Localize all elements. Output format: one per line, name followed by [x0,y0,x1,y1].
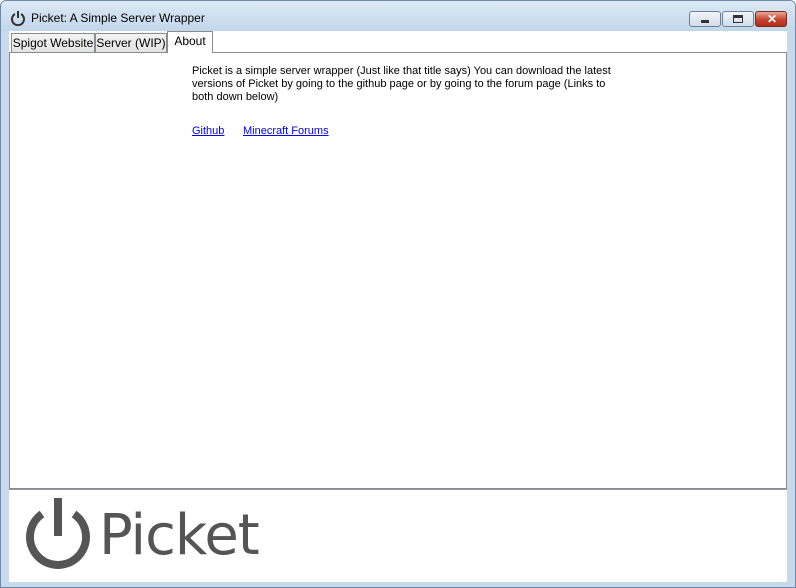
close-icon: ✕ [766,12,778,26]
minimize-button[interactable] [689,11,721,27]
tab-strip: Spigot Website Server (WIP) About [9,31,787,53]
maximize-button[interactable] [722,11,754,27]
github-link[interactable]: Github [192,125,224,137]
about-description: Picket is a simple server wrapper (Just … [192,65,611,103]
app-window: Picket: A Simple Server Wrapper ✕ Spigot… [0,0,796,588]
window-title: Picket: A Simple Server Wrapper [31,11,205,25]
title-bar[interactable]: Picket: A Simple Server Wrapper ✕ [1,1,795,31]
logo-text: Picket [99,503,260,568]
footer-banner: Picket [9,489,787,582]
tab-server-wip[interactable]: Server (WIP) [95,33,167,53]
picket-logo: Picket [19,496,279,574]
about-panel: Picket is a simple server wrapper (Just … [9,52,787,489]
client-area: Spigot Website Server (WIP) About Picket… [9,31,787,582]
maximize-icon [733,15,743,23]
tab-spigot-website[interactable]: Spigot Website [11,33,95,53]
minimize-icon [701,20,709,23]
tab-about[interactable]: About [167,31,213,53]
power-icon [26,498,90,569]
power-icon [11,11,25,26]
close-button[interactable]: ✕ [755,11,787,27]
minecraft-forums-link[interactable]: Minecraft Forums [243,125,329,137]
